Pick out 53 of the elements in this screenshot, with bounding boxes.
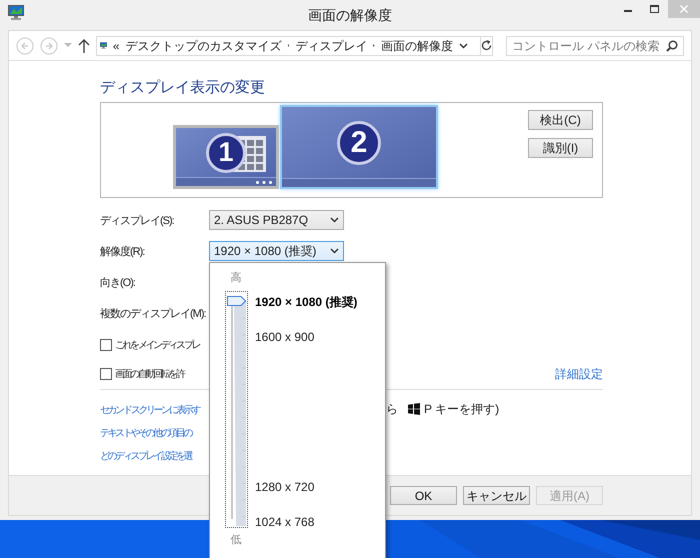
- low-label: 低: [230, 532, 242, 548]
- resolution-option[interactable]: 1600 x 900: [255, 328, 358, 346]
- chevron-down-icon: [330, 217, 339, 223]
- monitor-thumbnail[interactable]: 2: [280, 105, 438, 189]
- refresh-icon[interactable]: [481, 40, 492, 51]
- help-link[interactable]: どのディスプレイ設定を選: [100, 450, 192, 462]
- search-icon: [666, 40, 678, 52]
- resolution-option[interactable]: 1280 x 720: [255, 478, 358, 496]
- resolution-option[interactable]: 1024 x 768: [255, 513, 358, 531]
- windows-logo-icon: [408, 402, 420, 414]
- field-label: 解像度(R):: [100, 246, 144, 258]
- monitor-number: 1: [206, 132, 246, 172]
- resolution-slider[interactable]: [224, 290, 248, 528]
- advanced-settings-link[interactable]: 詳細設定: [555, 365, 603, 383]
- breadcrumb[interactable]: ディスプレイ: [295, 36, 368, 54]
- breadcrumb-overflow[interactable]: «: [112, 36, 120, 54]
- search-field[interactable]: コントロール パネルの検索: [506, 36, 684, 56]
- dialog-button[interactable]: OK: [390, 486, 457, 505]
- close-icon: [680, 5, 688, 13]
- dialog-button[interactable]: キャンセル: [463, 486, 530, 505]
- checkbox[interactable]: [100, 368, 112, 380]
- field-label: ディスプレイ(S):: [100, 215, 174, 227]
- breadcrumb[interactable]: デスクトップのカスタマイズ: [126, 36, 282, 54]
- slider-thumb[interactable]: [226, 296, 246, 306]
- checkbox-label: 画面の自動回転を許: [115, 368, 184, 382]
- help-link[interactable]: セカンド スクリーンに表示す: [100, 404, 200, 416]
- dropdown[interactable]: 1920 × 1080 (推奨): [209, 241, 344, 261]
- chevron-down-icon: [459, 42, 468, 48]
- maximize-icon: [650, 5, 659, 13]
- checkbox[interactable]: [100, 339, 112, 351]
- breadcrumb[interactable]: 画面の解像度: [381, 36, 453, 54]
- dialog-button: 適用(A): [536, 486, 603, 505]
- minimize-icon: [624, 10, 632, 12]
- monitor-thumbnail[interactable]: 1: [173, 125, 279, 189]
- monitor-number: 2: [337, 120, 381, 164]
- high-label: 高: [230, 270, 242, 286]
- help-text: P キーを押す): [424, 400, 500, 418]
- resolution-option[interactable]: 1920 × 1080 (推奨): [255, 293, 358, 311]
- page-heading: ディスプレイ表示の変更: [100, 78, 266, 98]
- up-arrow-icon[interactable]: [78, 38, 90, 52]
- dots-icon: [256, 180, 272, 184]
- address-bar[interactable]: « デスクトップのカスタマイズ ディスプレイ 画面の解像度: [96, 36, 493, 56]
- window-title: 画面の解像度: [308, 6, 392, 25]
- field-label: 複数のディスプレイ(M):: [100, 308, 206, 320]
- checkbox-label: これをメイン ディスプレ: [115, 338, 199, 352]
- help-link[interactable]: テキストやその他の項目の: [100, 428, 192, 438]
- monitor-icon: [8, 5, 24, 20]
- preview-button[interactable]: 識別(I): [528, 138, 593, 158]
- field-label: 向き(O):: [100, 277, 135, 289]
- help-text: ら: [386, 400, 398, 418]
- chevron-down-icon: [330, 248, 339, 254]
- dropdown[interactable]: 2. ASUS PB287Q: [209, 210, 344, 230]
- preview-button[interactable]: 検出(C): [528, 110, 593, 130]
